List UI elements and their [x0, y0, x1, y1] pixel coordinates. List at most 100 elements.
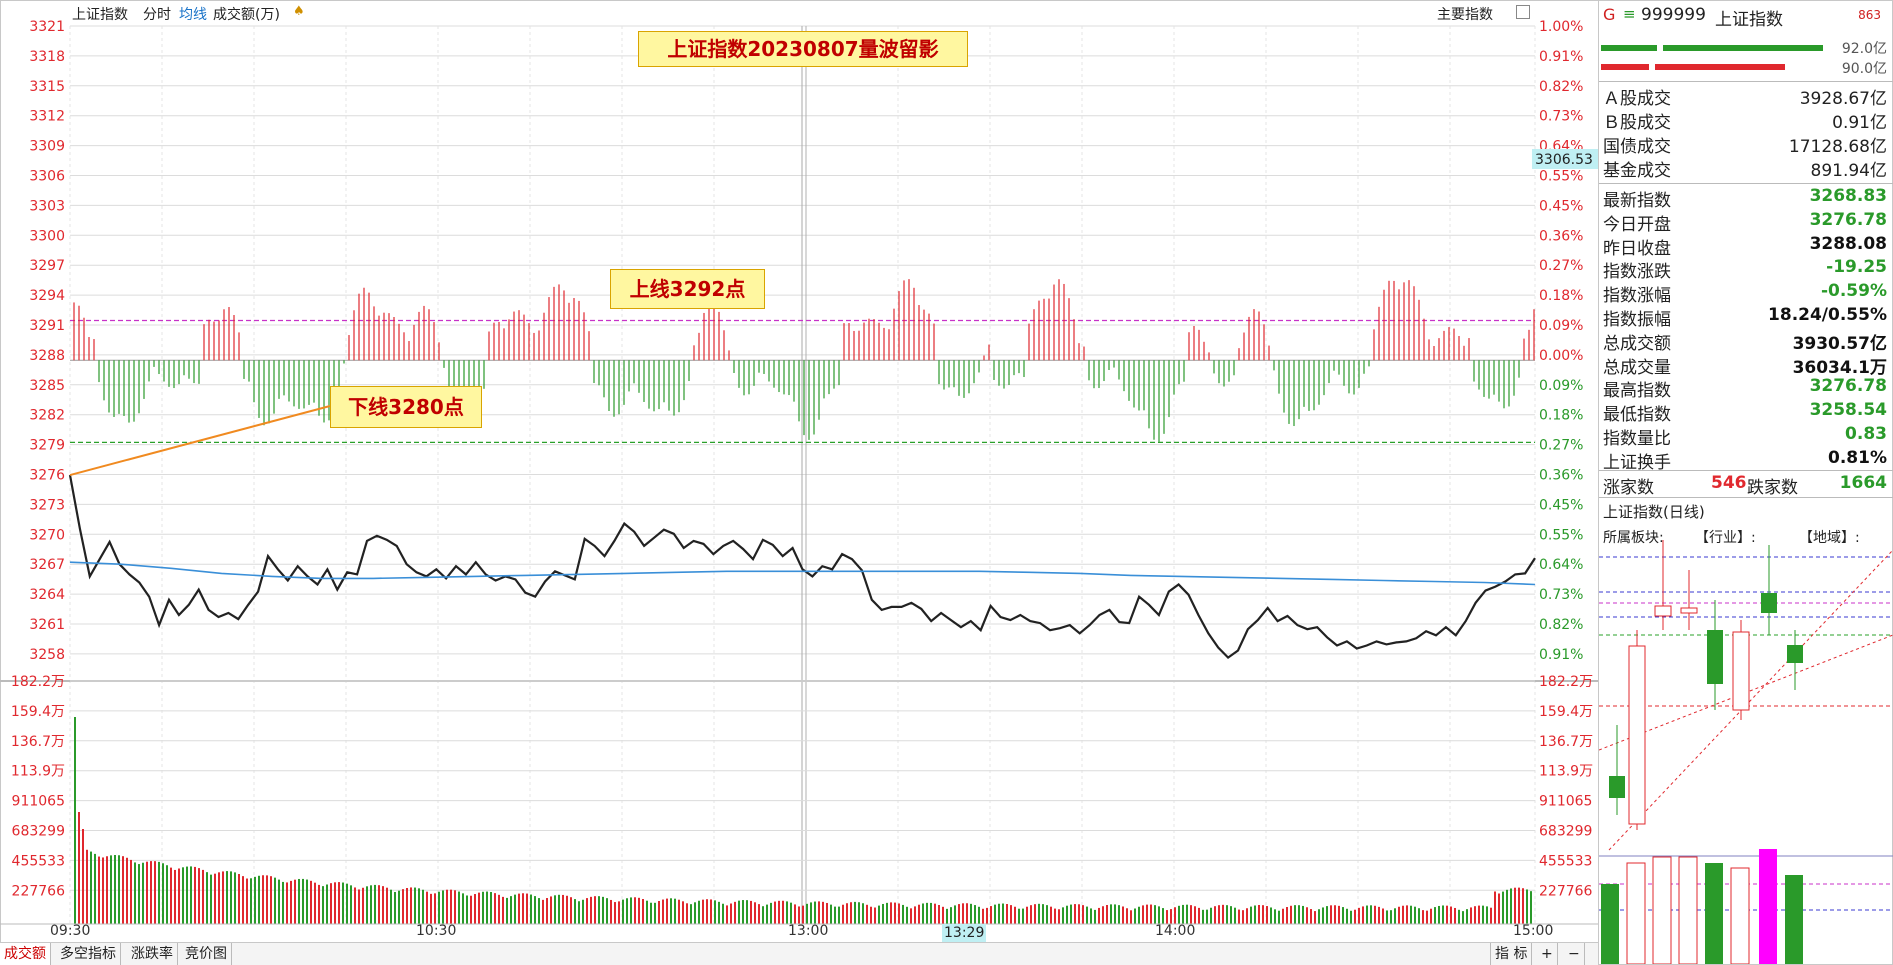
percent-axis-label: 0.18% — [1539, 408, 1583, 424]
price-axis-label: 3303 — [29, 198, 65, 214]
tab-long-short[interactable]: 多空指标 — [56, 943, 121, 965]
zoom-out-button[interactable]: − — [1564, 943, 1585, 965]
bottom-toolbar: 成交额 多空指标 涨跌率 竞价图 指 标 + − — [0, 942, 1598, 965]
volume-bar — [1601, 884, 1619, 964]
percent-axis-label: 0.00% — [1539, 348, 1583, 364]
menu-icon[interactable]: ≡ — [1623, 5, 1636, 23]
time-axis-label: 13:00 — [788, 923, 828, 939]
tab-turnover[interactable]: 成交额 — [0, 943, 51, 965]
volume-axis-label-right: 159.4万 — [1539, 704, 1593, 720]
down-count: 1664 — [1839, 473, 1887, 493]
volume-bar — [1652, 856, 1672, 964]
price-axis-label: 3279 — [29, 438, 65, 454]
zoom-in-button[interactable]: + — [1537, 943, 1558, 965]
percent-axis-label: 0.73% — [1539, 109, 1583, 125]
volume-axis-label-right: 683299 — [1539, 824, 1592, 840]
header-number: 863 — [1858, 8, 1881, 22]
price-axis-label: 3315 — [29, 79, 65, 95]
tab-intraday[interactable]: 分时 — [143, 4, 171, 24]
stat-row: 总成交额 3930.57亿 — [1599, 329, 1887, 354]
volume-axis-label-right: 182.2万 — [1539, 674, 1593, 690]
percent-axis-label: 0.45% — [1539, 497, 1583, 513]
price-axis-label: 3288 — [29, 348, 65, 364]
price-axis-label: 3276 — [29, 468, 65, 484]
stat-row: 今日开盘 3276.78 — [1599, 210, 1887, 235]
cursor-value-text: 3306.53 — [1535, 152, 1593, 168]
stat-value: 3288.08 — [1809, 233, 1887, 254]
volume-axis-label: 455533 — [12, 853, 65, 869]
stat-value: -19.25 — [1826, 257, 1887, 278]
tab-adv-decline[interactable]: 涨跌率 — [127, 943, 178, 965]
stat-label: 指数量比 — [1603, 429, 1671, 449]
chart-topbar: 上证指数 分时 均线 成交额(万) ♠ 主要指数 — [0, 0, 1598, 26]
volume-axis-label: 159.4万 — [11, 704, 65, 720]
stat-value: 18.24/0.55% — [1768, 305, 1887, 325]
percent-axis-label: 0.64% — [1539, 557, 1583, 573]
stat-label: 最高指数 — [1603, 381, 1671, 402]
time-axis-label: 14:00 — [1155, 923, 1195, 939]
bar-green-a — [1601, 45, 1657, 51]
time-axis-label: 09:30 — [50, 923, 90, 939]
volume-axis-label-right: 911065 — [1539, 794, 1592, 810]
stat-value: -0.59% — [1820, 281, 1887, 302]
volume-bar — [1759, 849, 1777, 964]
volume-axis-label-right: 227766 — [1539, 883, 1593, 899]
stat-value: 0.81% — [1828, 447, 1887, 468]
volume-bar — [1730, 867, 1750, 964]
price-axis-label: 3270 — [29, 527, 65, 543]
turnover-row: Ｂ股成交 0.91亿 — [1599, 108, 1887, 133]
candle — [1732, 631, 1750, 711]
header-value-1: 92.0亿 — [1841, 41, 1887, 57]
mini-chart-title: 上证指数(日线) — [1603, 503, 1705, 521]
stat-label: 指数涨幅 — [1603, 286, 1671, 307]
stat-label: 昨日收盘 — [1603, 238, 1671, 259]
tab-avgline[interactable]: 均线 — [179, 4, 207, 24]
tab-volume[interactable]: 成交额(万) — [213, 4, 280, 24]
percent-axis-label: 0.82% — [1539, 617, 1583, 633]
tab-auction[interactable]: 竞价图 — [181, 943, 232, 965]
time-axis-label: 10:30 — [416, 923, 456, 939]
header-value-2: 90.0亿 — [1841, 61, 1887, 77]
candle — [1761, 593, 1777, 613]
price-axis-label: 3297 — [29, 258, 65, 274]
annotation-connector — [69, 405, 331, 477]
stat-value: 3276.78 — [1809, 376, 1887, 397]
stat-value: 3258.54 — [1809, 400, 1887, 421]
volume-axis-label: 911065 — [12, 794, 65, 810]
stat-value: 36034.1万 — [1792, 357, 1887, 378]
divider — [1599, 81, 1893, 82]
intraday-chart[interactable]: 3321 1.00%3318 0.91%3315 0.82%3312 0.73%3309… — [0, 0, 1598, 942]
turnover-row: 国债成交 17128.68亿 — [1599, 132, 1887, 157]
volume-axis-label: 136.7万 — [11, 734, 65, 750]
stat-label: 指数涨跌 — [1603, 262, 1671, 283]
percent-axis-label: 0.27% — [1539, 438, 1583, 454]
volume-bar — [1626, 862, 1646, 964]
security-code: 999999 — [1641, 5, 1706, 25]
divider — [1599, 497, 1893, 498]
stat-label: 最新指数 — [1603, 191, 1671, 211]
group-tag: G — [1603, 5, 1616, 24]
annotation-lower-line: 下线3280点 — [330, 386, 482, 428]
turnover-row: 基金成交 891.94亿 — [1599, 156, 1887, 181]
divider — [1599, 470, 1893, 471]
percent-axis-label: 0.55% — [1539, 527, 1583, 543]
right-info-panel: G ≡ 999999 上证指数 863 92.0亿 90.0亿 Ａ股成交 3928… — [1598, 0, 1893, 964]
percent-axis-label: 0.55% — [1539, 169, 1583, 185]
percent-axis-label: 0.82% — [1539, 79, 1583, 95]
indicator-button[interactable]: 指 标 — [1490, 943, 1533, 965]
panel-toggle-icon[interactable] — [1516, 5, 1530, 19]
volume-axis-label: 113.9万 — [11, 764, 65, 780]
bell-icon[interactable]: ♠ — [293, 4, 305, 19]
volume-bar — [1705, 863, 1723, 964]
daily-mini-chart[interactable] — [1599, 540, 1893, 964]
divider — [1599, 183, 1893, 184]
volume-bar — [1678, 856, 1698, 964]
stat-label: 总成交额 — [1603, 333, 1671, 354]
price-axis-label: 3267 — [29, 557, 65, 573]
stat-value: 0.83 — [1845, 424, 1887, 444]
stat-label: 指数振幅 — [1603, 310, 1671, 330]
bar-red-a — [1601, 64, 1649, 70]
time-axis-label: 15:00 — [1513, 923, 1553, 939]
percent-axis-label: 0.91% — [1539, 647, 1583, 663]
main-index-button[interactable]: 主要指数 — [1437, 4, 1493, 24]
